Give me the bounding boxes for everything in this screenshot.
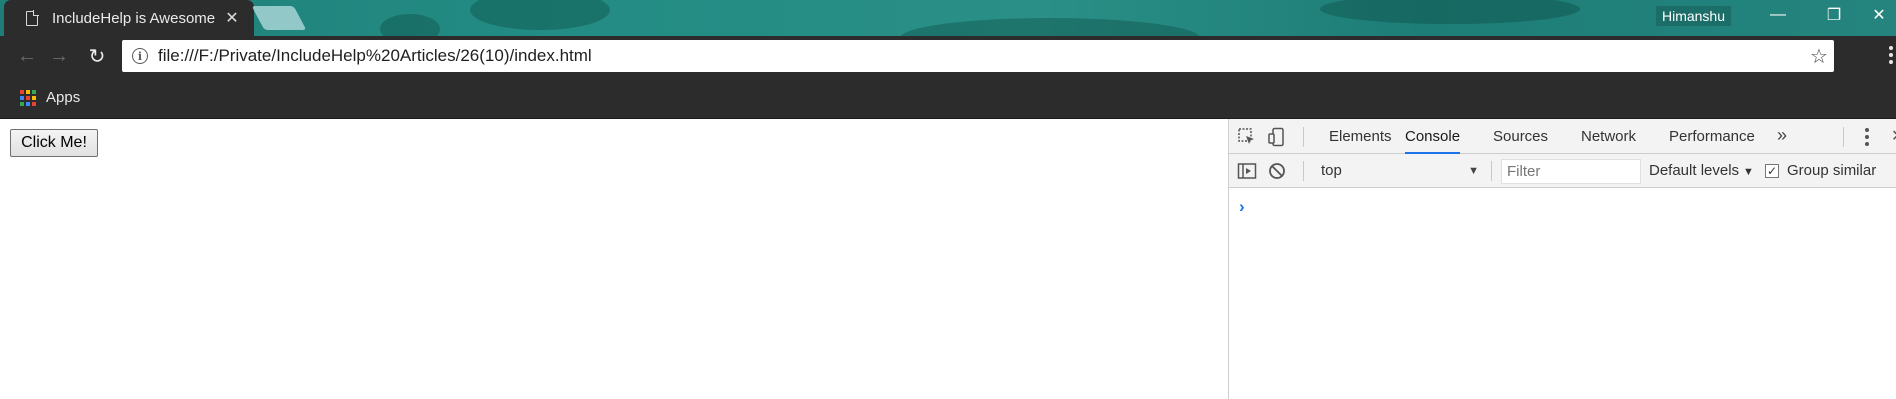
devtools-menu-icon[interactable] <box>1865 128 1869 149</box>
apps-grid-dot <box>32 89 36 94</box>
apps-grid-dot <box>20 89 24 94</box>
theme-decoration <box>1320 0 1580 24</box>
theme-decoration <box>380 14 440 36</box>
minimize-button[interactable]: — <box>1750 0 1806 30</box>
forward-button[interactable]: → <box>44 42 74 72</box>
dropdown-caret-icon: ▼ <box>1743 166 1754 178</box>
devtools-panel: Elements Console Sources Network Perform… <box>1228 119 1896 399</box>
reload-icon: ↻ <box>88 46 106 68</box>
separator <box>1843 127 1844 147</box>
close-window-button[interactable]: ✕ <box>1862 0 1896 30</box>
dropdown-caret-icon: ▼ <box>1468 165 1479 177</box>
browser-tab[interactable]: IncludeHelp is Awesome ✕ <box>4 0 254 36</box>
close-tab-icon[interactable]: ✕ <box>220 8 244 28</box>
apps-grid-dot <box>26 101 30 106</box>
apps-bookmark[interactable]: Apps <box>46 89 80 106</box>
console-prompt-icon[interactable]: › <box>1239 197 1245 217</box>
tab-console[interactable]: Console <box>1405 119 1461 154</box>
page-content: Click Me! <box>0 119 1228 399</box>
back-arrow-icon: ← <box>17 45 37 67</box>
theme-decoration <box>900 18 1200 36</box>
log-levels-label: Default levels <box>1649 162 1740 179</box>
context-selector[interactable]: top ▼ <box>1317 160 1481 182</box>
console-toolbar: top ▼ Default levels▼ ✓ Group similar <box>1229 154 1896 188</box>
apps-grid-dot <box>20 95 24 100</box>
tab-sources[interactable]: Sources <box>1493 119 1548 154</box>
reload-button[interactable]: ↻ <box>82 42 112 72</box>
apps-grid-dot <box>32 101 36 106</box>
more-tabs-icon[interactable]: » <box>1777 119 1787 154</box>
tab-performance[interactable]: Performance <box>1669 119 1755 154</box>
page-icon <box>26 9 39 26</box>
address-bar[interactable]: i file:///F:/Private/IncludeHelp%20Artic… <box>122 40 1834 72</box>
apps-grid-dot <box>26 89 30 94</box>
title-bar: IncludeHelp is Awesome ✕ Himanshu — ❐ ✕ <box>0 0 1896 36</box>
restore-icon: ❐ <box>1826 7 1842 24</box>
clear-console-icon[interactable] <box>1267 161 1287 181</box>
apps-grid-icon[interactable] <box>20 89 36 106</box>
profile-name[interactable]: Himanshu <box>1655 6 1731 26</box>
group-similar-label: Group similar <box>1787 162 1877 179</box>
apps-grid-dot <box>20 101 24 106</box>
log-levels-dropdown[interactable]: Default levels ▼ <box>1649 160 1754 182</box>
back-button[interactable]: ← <box>12 42 42 72</box>
inspect-element-icon[interactable] <box>1237 127 1257 147</box>
devtools-tab-bar: Elements Console Sources Network Perform… <box>1229 119 1896 154</box>
minimize-icon: — <box>1770 6 1786 23</box>
console-sidebar-icon[interactable] <box>1237 161 1257 181</box>
new-tab-button[interactable] <box>251 6 307 30</box>
info-icon[interactable]: i <box>132 48 148 64</box>
bookmark-star-icon[interactable]: ☆ <box>1804 44 1834 69</box>
close-icon: ✕ <box>1872 7 1886 24</box>
group-similar-checkbox[interactable]: ✓ <box>1765 164 1779 178</box>
tab-title: IncludeHelp is Awesome <box>52 9 216 27</box>
tab-network[interactable]: Network <box>1581 119 1636 154</box>
device-toolbar-icon[interactable] <box>1267 127 1287 147</box>
restore-button[interactable]: ❐ <box>1806 0 1862 30</box>
forward-arrow-icon: → <box>49 45 69 67</box>
url-text[interactable]: file:///F:/Private/IncludeHelp%20Article… <box>158 46 1804 66</box>
apps-grid-dot <box>26 95 30 100</box>
context-value: top <box>1321 162 1342 179</box>
browser-toolbar: ← → ↻ i file:///F:/Private/IncludeHelp%2… <box>0 36 1896 77</box>
tab-elements[interactable]: Elements <box>1329 119 1392 154</box>
close-devtools-icon[interactable]: ✕ <box>1891 126 1896 146</box>
separator <box>1491 161 1492 181</box>
apps-grid-dot <box>32 95 36 100</box>
separator <box>1303 127 1304 147</box>
console-filter-input[interactable] <box>1501 159 1641 184</box>
separator <box>1303 161 1304 181</box>
click-me-button[interactable]: Click Me! <box>10 129 98 157</box>
theme-decoration <box>470 0 610 30</box>
bookmarks-bar: Apps <box>0 77 1896 119</box>
browser-menu-icon[interactable] <box>1886 46 1896 67</box>
